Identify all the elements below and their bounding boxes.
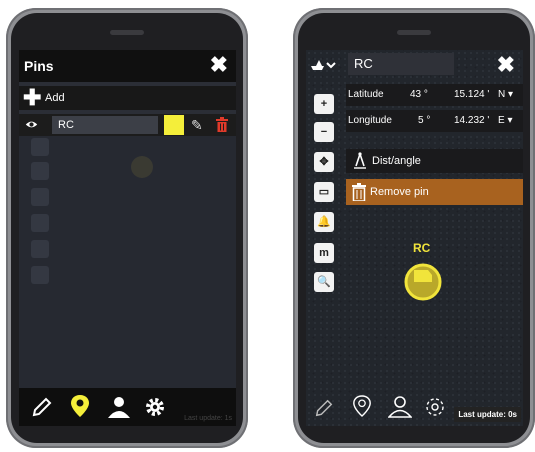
ghost-tool [31,240,49,258]
trash-icon[interactable] [216,117,228,132]
latitude-row: Latitude 43 ° 15.124 ' N ▾ [346,84,523,106]
remove-pin-button[interactable]: Remove pin [346,179,523,205]
dist-angle-button[interactable]: Dist/angle [346,149,523,173]
pins-screen: Pins ✖ ✚ Add RC ✎ Last update: 1s [19,50,236,426]
hemisphere-value: E [498,115,505,126]
map-topbar: RC ✖ [306,50,523,80]
user-icon[interactable] [388,396,412,418]
longitude-degrees[interactable]: 5 ° [418,115,430,126]
list-item[interactable]: RC ✎ [19,114,236,136]
close-icon[interactable]: ✖ [210,54,228,76]
gear-icon[interactable] [144,396,166,418]
ruler-tool-button[interactable]: ▭ [314,182,334,202]
ghost-tool [31,138,49,156]
map-screen: RC ✖ + − ✥ ▭ 🔔 m 🔍 Latitude 43 ° 15.124 … [306,50,523,426]
page-title: Pins [24,58,54,74]
zoom-out-button[interactable]: − [314,122,334,142]
move-tool-button[interactable]: ✥ [314,152,334,172]
color-swatch[interactable] [164,115,184,135]
ghost-tool [31,188,49,206]
longitude-hemisphere-select[interactable]: E ▾ [498,115,512,126]
ghost-pin-icon [131,156,153,178]
left-phone-frame: Pins ✖ ✚ Add RC ✎ Last update: 1s [6,8,248,448]
last-update-text: Last update: 1s [184,415,232,422]
add-label: Add [45,92,65,104]
user-icon[interactable] [107,396,131,418]
trash-icon [352,183,366,201]
longitude-row: Longitude 5 ° 14.232 ' E ▾ [346,110,523,132]
ghost-tool [31,162,49,180]
alarm-tool-button[interactable]: 🔔 [314,212,334,232]
map-background[interactable] [306,50,523,426]
pin-map-label: RC [413,241,431,255]
pencil-icon[interactable] [31,396,53,418]
ghost-tool [31,214,49,232]
latitude-minutes[interactable]: 15.124 ' [454,89,489,100]
map-pin-icon[interactable] [69,394,91,418]
map-pin-marker-icon[interactable] [403,262,443,302]
chevron-down-icon: ▾ [508,89,514,100]
measure-m-button[interactable]: m [314,243,334,263]
latitude-label: Latitude [348,89,384,100]
speaker-grille [110,30,144,35]
dimmed-map-overlay [19,136,236,388]
compass-icon [354,152,366,169]
hemisphere-value: N [498,89,506,100]
search-tool-button[interactable]: 🔍 [314,272,334,292]
add-pin-button[interactable]: ✚ Add [19,86,236,110]
pencil-icon[interactable] [314,398,334,418]
bottom-toolbar: Last update: 0s [306,388,523,426]
longitude-label: Longitude [348,115,392,126]
eye-icon[interactable] [25,118,38,131]
speaker-grille [397,30,431,35]
close-icon[interactable]: ✖ [497,52,515,78]
longitude-minutes[interactable]: 14.232 ' [454,115,489,126]
latitude-degrees[interactable]: 43 ° [410,89,428,100]
zoom-in-button[interactable]: + [314,94,334,114]
last-update-text: Last update: 0s [454,407,521,422]
ghost-tool [31,266,49,284]
right-phone-frame: RC ✖ + − ✥ ▭ 🔔 m 🔍 Latitude 43 ° 15.124 … [293,8,535,448]
search-input[interactable]: RC [348,53,454,75]
pencil-icon[interactable]: ✎ [191,117,203,134]
boat-dropdown-icon[interactable] [310,58,336,72]
map-pin-icon[interactable] [352,394,372,418]
pins-header: Pins ✖ [19,50,236,82]
latitude-hemisphere-select[interactable]: N ▾ [498,89,513,100]
bottom-toolbar: Last update: 1s [19,388,236,426]
chevron-down-icon: ▾ [507,115,513,126]
remove-pin-label: Remove pin [370,186,429,198]
pin-name-field[interactable]: RC [52,116,158,134]
gear-icon[interactable] [424,396,446,418]
plus-icon: ✚ [23,85,42,110]
dist-angle-label: Dist/angle [372,155,421,167]
